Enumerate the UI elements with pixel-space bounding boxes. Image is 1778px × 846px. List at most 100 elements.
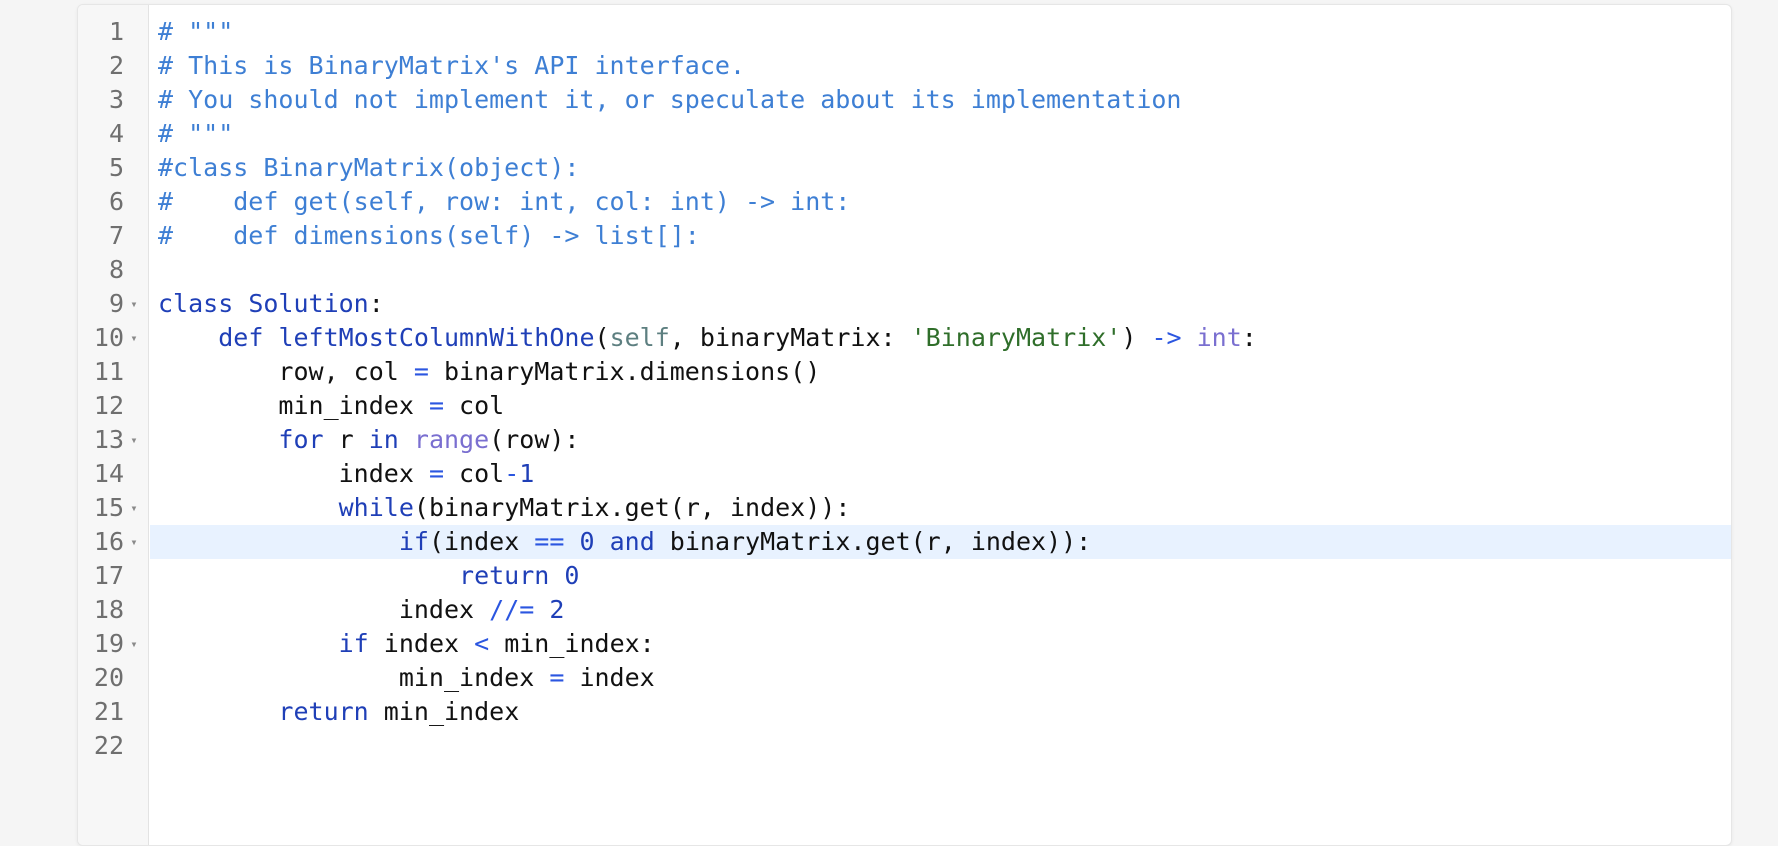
code-token-plain: index (158, 459, 429, 488)
code-text[interactable]: min_index = index (158, 661, 1731, 695)
code-token-plain: index (564, 663, 655, 692)
code-token-plain: col (444, 391, 505, 420)
code-text[interactable]: return 0 (158, 559, 1731, 593)
code-text[interactable]: index //= 2 (158, 593, 1731, 627)
code-text[interactable]: return min_index (158, 695, 1731, 729)
code-line[interactable]: 20 min_index = index (78, 661, 1731, 695)
code-line[interactable]: 12 min_index = col (78, 389, 1731, 423)
code-token-op: -> (1151, 323, 1182, 352)
code-token-num: 0 (579, 527, 595, 556)
code-text[interactable]: for r in range(row): (158, 423, 1731, 457)
code-text[interactable]: row, col = binaryMatrix.dimensions() (158, 355, 1731, 389)
line-number: 6 (108, 187, 124, 216)
code-text[interactable]: index = col-1 (158, 457, 1731, 491)
code-line[interactable]: 2 # This is BinaryMatrix's API interface. (78, 49, 1731, 83)
code-line[interactable]: 1 # """ (78, 15, 1731, 49)
code-text[interactable]: if index < min_index: (158, 627, 1731, 661)
code-text[interactable]: # """ (158, 15, 1731, 49)
code-line[interactable]: 11 row, col = binaryMatrix.dimensions() (78, 355, 1731, 389)
fold-arrow-icon[interactable]: ▾ (128, 287, 140, 321)
line-number: 11 (93, 357, 124, 386)
code-line[interactable]: 5 #class BinaryMatrix(object): (78, 151, 1731, 185)
code-token-plain: ) (1121, 323, 1152, 352)
code-text[interactable]: while(binaryMatrix.get(r, index)): (158, 491, 1731, 525)
code-token-plain: min_index (368, 697, 520, 726)
line-number: 7 (108, 221, 124, 250)
code-line[interactable]: 14 index = col-1 (78, 457, 1731, 491)
code-token-comment: #class BinaryMatrix(object): (158, 153, 580, 182)
code-token-plain: , binaryMatrix: (669, 323, 911, 352)
code-line[interactable]: 7 # def dimensions(self) -> list[]: (78, 219, 1731, 253)
code-token-string: 'BinaryMatrix' (910, 323, 1122, 352)
code-line[interactable]: 10 ▾ def leftMostColumnWithOne(self, bina… (78, 321, 1731, 355)
code-text[interactable]: def leftMostColumnWithOne(self, binaryMa… (158, 321, 1731, 355)
code-line[interactable]: 13 ▾ for r in range(row): (78, 423, 1731, 457)
fold-arrow-icon[interactable]: ▾ (128, 423, 140, 457)
code-token-plain: : (368, 289, 384, 318)
code-token-plain: (index (428, 527, 535, 556)
code-token-plain: min_index (158, 391, 429, 420)
code-token-op: = (413, 357, 429, 386)
line-number: 5 (108, 153, 124, 182)
fold-arrow-icon[interactable]: ▾ (128, 627, 140, 661)
code-text[interactable]: # """ (158, 117, 1731, 151)
code-token-plain: row, col (158, 357, 414, 386)
code-token-keyword: return (459, 561, 550, 590)
line-number: 18 (93, 595, 124, 624)
code-token-plain: index (368, 629, 475, 658)
line-number: 12 (93, 391, 124, 420)
code-token-def: Solution (248, 289, 369, 318)
code-line[interactable]: 21 return min_index (78, 695, 1731, 729)
code-line[interactable]: 17 return 0 (78, 559, 1731, 593)
code-token-op: < (474, 629, 490, 658)
fold-arrow-icon[interactable]: ▾ (128, 491, 140, 525)
code-line[interactable]: 6 # def get(self, row: int, col: int) -> … (78, 185, 1731, 219)
code-text[interactable]: min_index = col (158, 389, 1731, 423)
fold-arrow-icon[interactable]: ▾ (128, 525, 140, 559)
line-number: 13 (93, 425, 124, 454)
code-line[interactable]: 18 index //= 2 (78, 593, 1731, 627)
line-number: 19 (93, 629, 124, 658)
code-token-keyword: while (338, 493, 414, 522)
code-text[interactable]: # This is BinaryMatrix's API interface. (158, 49, 1731, 83)
code-text[interactable]: # def get(self, row: int, col: int) -> i… (158, 185, 1731, 219)
code-text[interactable]: # You should not implement it, or specul… (158, 83, 1731, 117)
line-number: 4 (108, 119, 124, 148)
code-token-comment: # This is BinaryMatrix's API interface. (158, 51, 745, 80)
code-token-plain: col (444, 459, 505, 488)
code-token-comment: # """ (158, 17, 234, 46)
code-text[interactable]: if(index == 0 and binaryMatrix.get(r, in… (158, 525, 1731, 559)
code-line[interactable]: 3 # You should not implement it, or specu… (78, 83, 1731, 117)
code-text[interactable]: #class BinaryMatrix(object): (158, 151, 1731, 185)
code-token-keyword: return (278, 697, 369, 726)
fold-arrow-icon[interactable]: ▾ (128, 321, 140, 355)
code-line[interactable]: 4 # """ (78, 117, 1731, 151)
code-token-keyword: in (368, 425, 399, 454)
code-token-keyword: class (158, 289, 249, 318)
code-text[interactable]: # def dimensions(self) -> list[]: (158, 219, 1731, 253)
line-number: 22 (93, 731, 124, 760)
code-line[interactable]: 16 ▾ if(index == 0 and binaryMatrix.get(r… (78, 525, 1731, 559)
line-number: 8 (108, 255, 124, 284)
code-token-keyword: def (218, 323, 279, 352)
code-token-num: 1 (519, 459, 535, 488)
line-number: 10 (93, 323, 124, 352)
code-line[interactable]: 8 (78, 253, 1731, 287)
code-token-keyword: and (609, 527, 655, 556)
code-line[interactable]: 9 ▾ class Solution: (78, 287, 1731, 321)
code-line[interactable]: 22 (78, 729, 1731, 763)
code-line[interactable]: 15 ▾ while(binaryMatrix.get(r, index)): (78, 491, 1731, 525)
code-text[interactable]: class Solution: (158, 287, 1731, 321)
code-token-op: = (428, 459, 444, 488)
code-token-plain: binaryMatrix.dimensions() (428, 357, 821, 386)
code-line[interactable]: 19 ▾ if index < min_index: (78, 627, 1731, 661)
code-editor[interactable]: 1 # """ 2 # This is BinaryMatrix's API inte… (77, 4, 1732, 846)
code-token-keyword: if (338, 629, 369, 658)
code-lines[interactable]: 1 # """ 2 # This is BinaryMatrix's API inte… (78, 15, 1731, 763)
